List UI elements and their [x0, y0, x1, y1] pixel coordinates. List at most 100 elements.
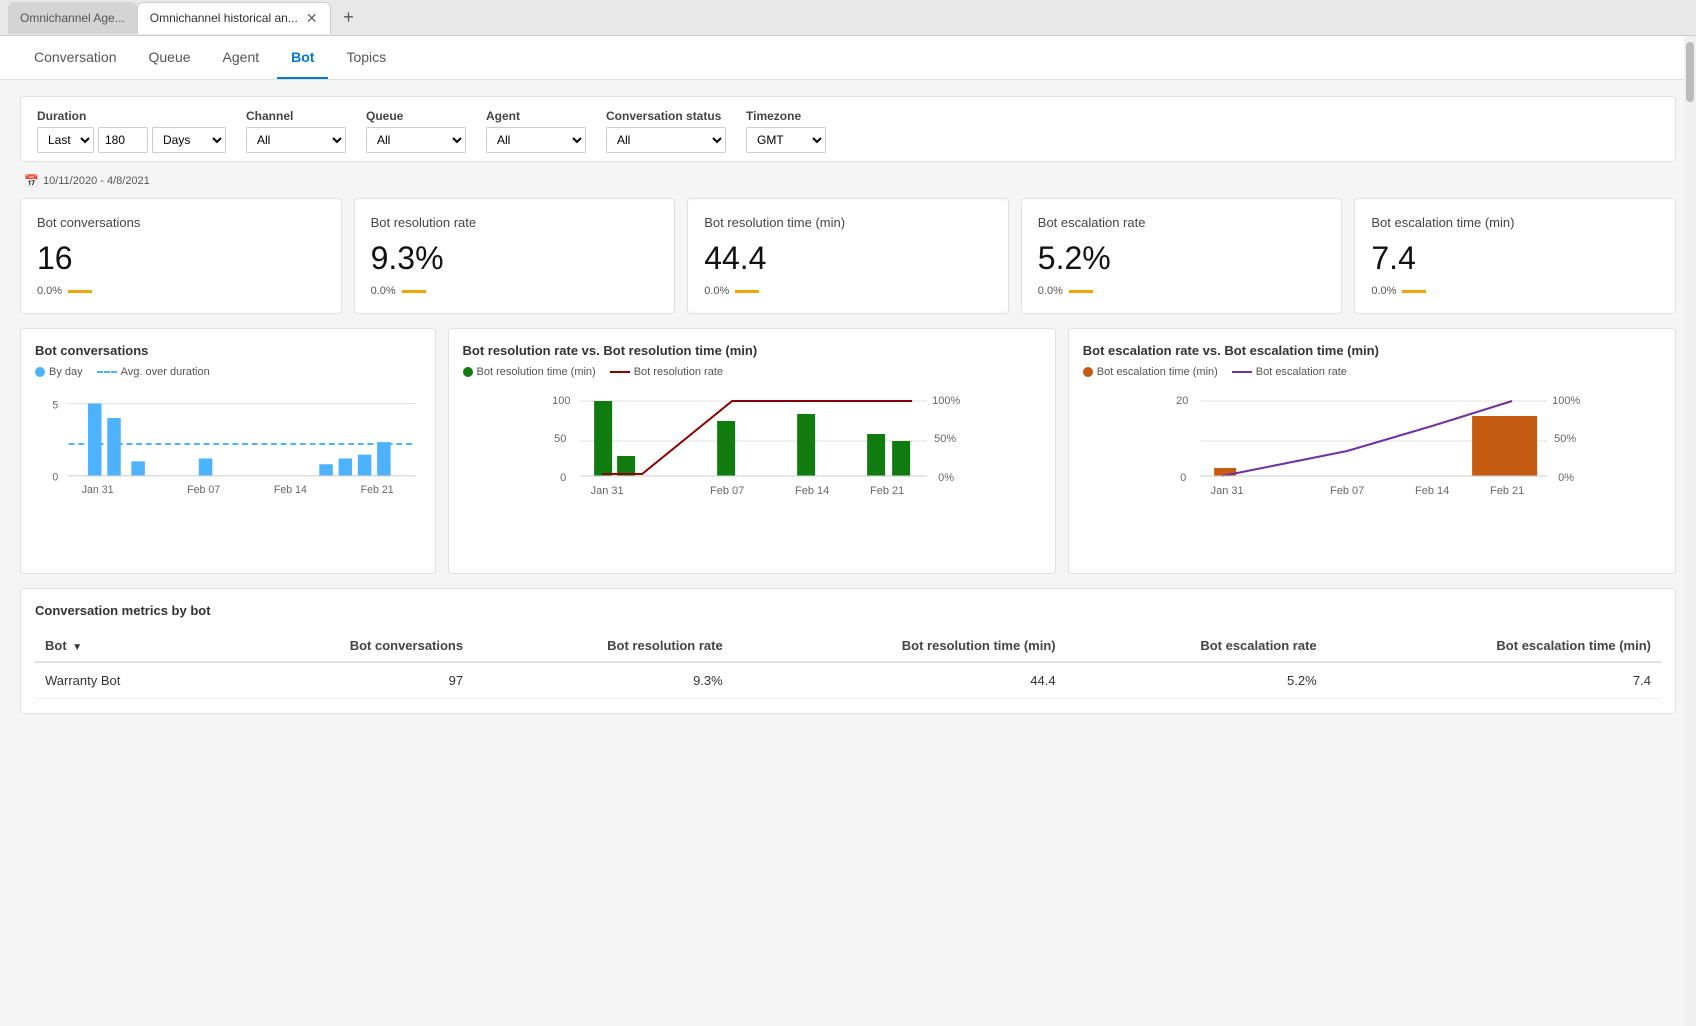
legend-resolution-time-label: Bot resolution time (min)	[477, 366, 596, 378]
bot-metrics-table: Bot ▼ Bot conversations Bot resolution r…	[35, 630, 1661, 699]
col-header-escalation-rate[interactable]: Bot escalation rate	[1066, 630, 1327, 662]
kpi-bot-conversations-title: Bot conversations	[37, 215, 325, 230]
kpi-bot-conversations: Bot conversations 16 0.0%	[20, 198, 342, 314]
scrollbar[interactable]	[1684, 36, 1696, 1026]
filters-row: Duration Last Days Weeks Months Channel …	[20, 96, 1676, 162]
kpi-bot-resolution-time-change: 0.0%	[704, 285, 729, 297]
kpi-bot-escalation-rate-title: Bot escalation rate	[1038, 215, 1326, 230]
duration-filter: Duration Last Days Weeks Months	[37, 109, 226, 153]
svg-text:Feb 21: Feb 21	[361, 484, 394, 496]
browser-tab-bar: Omnichannel Age... Omnichannel historica…	[0, 0, 1696, 36]
kpi-bot-resolution-time-title: Bot resolution time (min)	[704, 215, 992, 230]
col-header-conversations[interactable]: Bot conversations	[218, 630, 473, 662]
tab-bot[interactable]: Bot	[277, 37, 328, 79]
kpi-bot-conversations-trend-bar	[68, 290, 92, 293]
kpi-bot-escalation-time-value: 7.4	[1371, 240, 1659, 277]
cell-resolution-time: 44.4	[733, 662, 1066, 699]
svg-text:Feb 14: Feb 14	[274, 484, 307, 496]
agent-filter: Agent All	[486, 109, 586, 153]
svg-text:Feb 21: Feb 21	[870, 485, 904, 497]
legend-escalation-rate-label: Bot escalation rate	[1256, 366, 1347, 378]
svg-text:Feb 07: Feb 07	[710, 485, 744, 497]
svg-text:0%: 0%	[938, 472, 954, 484]
svg-text:0: 0	[52, 472, 58, 484]
browser-tab-omnichannel-agent[interactable]: Omnichannel Age...	[8, 2, 137, 34]
kpi-bot-resolution-rate-value: 9.3%	[371, 240, 659, 277]
agent-select[interactable]: All	[486, 127, 586, 153]
kpi-bot-escalation-time-title: Bot escalation time (min)	[1371, 215, 1659, 230]
queue-label: Queue	[366, 109, 466, 123]
svg-text:0%: 0%	[1558, 472, 1574, 484]
cell-bot-name: Warranty Bot	[35, 662, 218, 699]
browser-tab-inactive-label: Omnichannel Age...	[20, 11, 125, 25]
col-header-bot[interactable]: Bot ▼	[35, 630, 218, 662]
kpi-bot-resolution-time-value: 44.4	[704, 240, 992, 277]
tab-agent[interactable]: Agent	[209, 37, 274, 79]
svg-text:50: 50	[554, 433, 566, 445]
tab-conversation[interactable]: Conversation	[20, 37, 131, 79]
kpi-bot-conversations-value: 16	[37, 240, 325, 277]
browser-tab-omnichannel-historical[interactable]: Omnichannel historical an... ✕	[137, 2, 331, 34]
col-header-resolution-time[interactable]: Bot resolution time (min)	[733, 630, 1066, 662]
tab-queue[interactable]: Queue	[135, 37, 205, 79]
close-tab-icon[interactable]: ✕	[306, 10, 318, 27]
chart-bot-conversations: Bot conversations By day Avg. over durat…	[20, 328, 436, 574]
chart-resolution-title: Bot resolution rate vs. Bot resolution t…	[463, 343, 1041, 358]
conv-status-label: Conversation status	[606, 109, 726, 123]
kpi-bot-escalation-time: Bot escalation time (min) 7.4 0.0%	[1354, 198, 1676, 314]
kpi-bot-resolution-rate: Bot resolution rate 9.3% 0.0%	[354, 198, 676, 314]
duration-label: Duration	[37, 109, 226, 123]
add-tab-button[interactable]: +	[335, 4, 363, 32]
kpi-bot-escalation-rate-value: 5.2%	[1038, 240, 1326, 277]
col-header-escalation-time[interactable]: Bot escalation time (min)	[1327, 630, 1661, 662]
chart-escalation-legend: Bot escalation time (min) Bot escalation…	[1083, 366, 1661, 378]
kpi-bot-resolution-rate-change: 0.0%	[371, 285, 396, 297]
kpi-bot-escalation-time-trend-bar	[1402, 290, 1426, 293]
legend-resolution-rate: Bot resolution rate	[610, 366, 723, 378]
duration-preset-select[interactable]: Last	[37, 127, 94, 153]
legend-resolution-time: Bot resolution time (min)	[463, 366, 596, 378]
scrollbar-thumb[interactable]	[1686, 42, 1694, 102]
legend-resolution-time-dot	[463, 367, 473, 377]
duration-unit-select[interactable]: Days Weeks Months	[152, 127, 226, 153]
kpi-bot-conversations-change: 0.0%	[37, 285, 62, 297]
cell-resolution-rate: 9.3%	[473, 662, 733, 699]
kpi-bot-escalation-rate-trend-bar	[1069, 290, 1093, 293]
channel-select[interactable]: All	[246, 127, 346, 153]
bot-conversations-svg: 5 0	[35, 386, 421, 556]
conv-status-select[interactable]: All	[606, 127, 726, 153]
escalation-svg: 20 0 100% 50% 0% Jan 31	[1083, 386, 1661, 556]
legend-avg-label: Avg. over duration	[121, 366, 210, 378]
svg-text:Feb 21: Feb 21	[1490, 485, 1524, 497]
tab-topics[interactable]: Topics	[332, 37, 400, 79]
legend-escalation-rate-line	[1232, 371, 1252, 373]
date-range: 📅 10/11/2020 - 4/8/2021	[24, 174, 1676, 188]
col-header-resolution-rate[interactable]: Bot resolution rate	[473, 630, 733, 662]
chart-escalation-title: Bot escalation rate vs. Bot escalation t…	[1083, 343, 1661, 358]
legend-by-day-dot	[35, 367, 45, 377]
svg-text:50%: 50%	[1554, 433, 1576, 445]
legend-by-day-label: By day	[49, 366, 83, 378]
browser-tab-active-label: Omnichannel historical an...	[150, 11, 298, 25]
chart-escalation-rate-vs-time: Bot escalation rate vs. Bot escalation t…	[1068, 328, 1676, 574]
timezone-filter: Timezone GMT	[746, 109, 826, 153]
queue-select[interactable]: All	[366, 127, 466, 153]
resolution-svg: 100 50 0 100% 50% 0%	[463, 386, 1041, 556]
add-tab-icon: +	[343, 7, 354, 28]
kpi-bot-resolution-time-trend-bar	[735, 290, 759, 293]
main-content: Duration Last Days Weeks Months Channel …	[0, 80, 1696, 1026]
kpi-bot-resolution-time: Bot resolution time (min) 44.4 0.0%	[687, 198, 1009, 314]
timezone-select[interactable]: GMT	[746, 127, 826, 153]
chart-bot-conversations-title: Bot conversations	[35, 343, 421, 358]
sort-icon-bot: ▼	[72, 642, 82, 653]
legend-avg-line	[97, 371, 117, 373]
timezone-label: Timezone	[746, 109, 826, 123]
legend-resolution-rate-label: Bot resolution rate	[634, 366, 723, 378]
svg-text:100: 100	[552, 395, 570, 407]
channel-label: Channel	[246, 109, 346, 123]
date-range-text: 10/11/2020 - 4/8/2021	[43, 175, 150, 187]
cell-conversations: 97	[218, 662, 473, 699]
duration-value-input[interactable]	[98, 127, 148, 153]
chart-resolution-rate-vs-time: Bot resolution rate vs. Bot resolution t…	[448, 328, 1056, 574]
legend-escalation-time-dot	[1083, 367, 1093, 377]
